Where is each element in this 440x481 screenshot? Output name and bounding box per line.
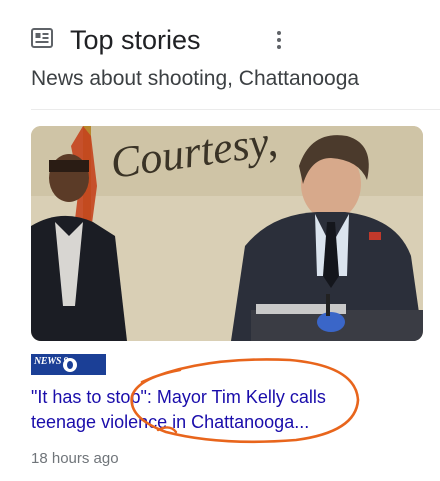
source-logo[interactable]: NEWS 9 <box>31 354 106 375</box>
story-timestamp: 18 hours ago <box>31 450 119 467</box>
top-stories-header: Top stories <box>31 22 431 58</box>
story-thumbnail[interactable]: Courtesy, <box>31 126 423 341</box>
section-subtitle: News about shooting, Chattanooga <box>31 67 360 90</box>
section-title: Top stories <box>70 25 201 55</box>
headline-line-2: teenage violence in Chattanooga... <box>31 412 310 432</box>
newspaper-icon <box>31 28 53 48</box>
more-vertical-icon[interactable] <box>267 28 291 52</box>
divider <box>31 109 440 110</box>
channel-logo-icon <box>63 358 77 372</box>
story-headline-link[interactable]: "It has to stop": Mayor Tim Kelly calls … <box>31 385 391 435</box>
headline-line-1: "It has to stop": Mayor Tim Kelly calls <box>31 387 326 407</box>
